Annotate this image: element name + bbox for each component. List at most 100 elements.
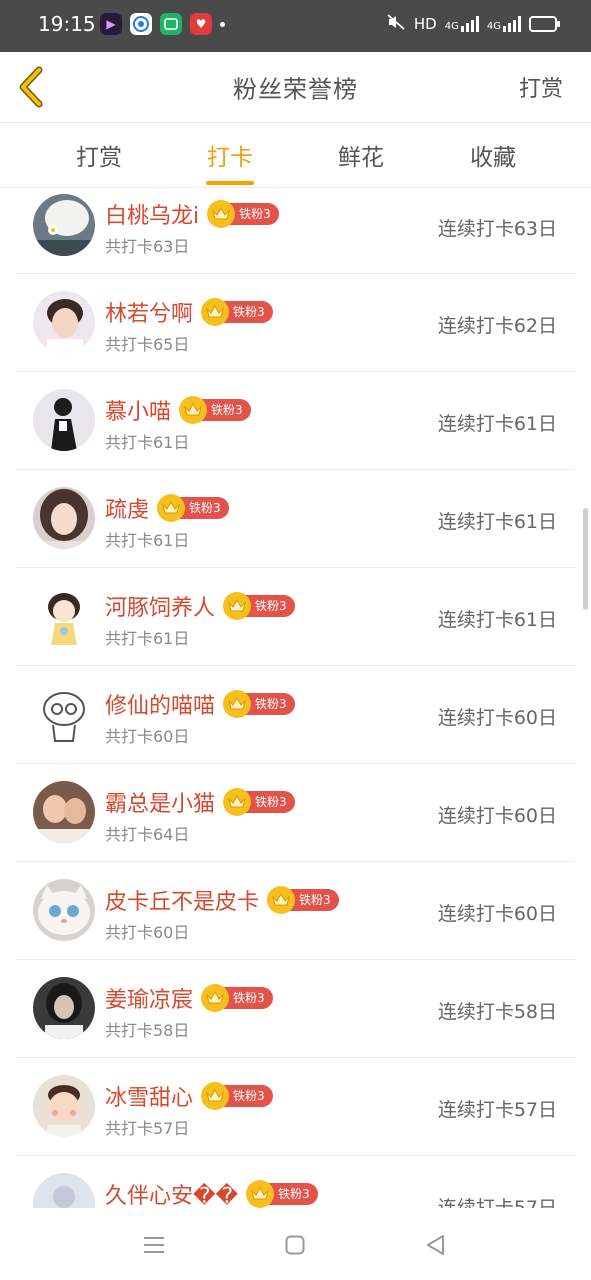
streak-checkins: 连续打卡61日 [437, 511, 557, 533]
browser-app-icon [130, 13, 152, 35]
avatar [33, 389, 95, 451]
video-app-icon: ▶ [100, 13, 122, 35]
fan-badge: 铁粉3 [223, 690, 295, 718]
avatar [33, 194, 95, 256]
avatar [33, 1075, 95, 1137]
tab-reward[interactable]: 打赏 [34, 123, 164, 187]
page-title: 粉丝荣誉榜 [233, 75, 358, 104]
name-line: 久伴心安�� 铁粉3 [105, 1179, 318, 1208]
fan-name: 冰雪甜心 [105, 1086, 194, 1111]
fan-name: 久伴心安�� [105, 1184, 239, 1208]
streak-checkins: 连续打卡60日 [437, 707, 557, 729]
list-item[interactable]: 久伴心安�� 铁粉3 连续打卡57日 [16, 1156, 575, 1208]
streak-checkins: 连续打卡58日 [437, 1001, 557, 1023]
avatar [33, 781, 95, 843]
fan-list[interactable]: 白桃乌龙i 铁粉3 共打卡63日 连续打卡63日 林若兮啊 铁粉3 共打卡65日… [16, 188, 575, 1208]
tab-label: 鲜花 [338, 145, 384, 171]
streak-checkins: 连续打卡57日 [437, 1099, 557, 1121]
system-nav-bar [0, 1208, 591, 1280]
avatar [33, 1173, 95, 1208]
signal-icon-2: 4G [487, 16, 521, 32]
crown-icon [223, 592, 252, 620]
crown-icon [201, 1082, 230, 1110]
back-triangle-icon [427, 1235, 444, 1255]
name-line: 白桃乌龙i 铁粉3 [105, 199, 279, 229]
notification-dot-icon [220, 21, 225, 27]
name-line: 修仙的喵喵 铁粉3 [105, 689, 295, 719]
list-item[interactable]: 冰雪甜心 铁粉3 共打卡57日 连续打卡57日 [16, 1058, 575, 1156]
list-item[interactable]: 白桃乌龙i 铁粉3 共打卡63日 连续打卡63日 [16, 188, 575, 274]
crown-icon [201, 298, 230, 326]
list-item[interactable]: 姜瑜凉宸 铁粉3 共打卡58日 连续打卡58日 [16, 960, 575, 1058]
name-line: 姜瑜凉宸 铁粉3 [105, 983, 273, 1013]
list-item[interactable]: 林若兮啊 铁粉3 共打卡65日 连续打卡62日 [16, 274, 575, 372]
home-icon [285, 1235, 305, 1255]
fan-name: 皮卡丘不是皮卡 [105, 890, 260, 915]
tab-checkin[interactable]: 打卡 [165, 123, 295, 187]
scrollbar[interactable] [583, 508, 588, 610]
fan-name: 修仙的喵喵 [105, 694, 216, 719]
name-line: 河豚饲养人 铁粉3 [105, 591, 295, 621]
fan-name: 姜瑜凉宸 [105, 988, 194, 1013]
tab-favorites[interactable]: 收藏 [428, 123, 558, 187]
header-bar: 粉丝荣誉榜 打赏 [0, 52, 591, 123]
name-line: 冰雪甜心 铁粉3 [105, 1081, 273, 1111]
status-bar: 19:15 ▶ ♥ HD 4G 4G [0, 0, 591, 52]
fan-badge: 铁粉3 [179, 396, 251, 424]
total-checkins: 共打卡61日 [105, 433, 190, 452]
list-item[interactable]: 慕小喵 铁粉3 共打卡61日 连续打卡61日 [16, 372, 575, 470]
fan-badge: 铁粉3 [207, 200, 279, 228]
fan-name: 疏虔 [105, 498, 150, 523]
fan-name: 林若兮啊 [105, 302, 194, 327]
list-item[interactable]: 霸总是小猫 铁粉3 共打卡64日 连续打卡60日 [16, 764, 575, 862]
fan-name: 慕小喵 [105, 400, 172, 425]
status-time: 19:15 [38, 12, 96, 36]
name-line: 霸总是小猫 铁粉3 [105, 787, 295, 817]
name-line: 皮卡丘不是皮卡 铁粉3 [105, 885, 339, 915]
fan-badge: 铁粉3 [246, 1180, 318, 1208]
total-checkins: 共打卡57日 [105, 1119, 190, 1138]
tab-flowers[interactable]: 鲜花 [296, 123, 426, 187]
crown-icon [267, 886, 296, 914]
menu-icon [144, 1237, 164, 1253]
total-checkins: 共打卡60日 [105, 923, 190, 942]
total-checkins: 共打卡61日 [105, 629, 190, 648]
total-checkins: 共打卡61日 [105, 531, 190, 550]
avatar [33, 977, 95, 1039]
streak-checkins: 连续打卡61日 [437, 609, 557, 631]
system-back-button[interactable] [420, 1230, 450, 1260]
fan-badge: 铁粉3 [201, 298, 273, 326]
signal-label: 4G [444, 21, 459, 32]
crown-icon [223, 788, 252, 816]
avatar [33, 879, 95, 941]
message-app-icon [160, 13, 182, 35]
menu-button[interactable] [139, 1230, 169, 1260]
list-item[interactable]: 修仙的喵喵 铁粉3 共打卡60日 连续打卡60日 [16, 666, 575, 764]
tab-bar: 打赏 打卡 鲜花 收藏 [0, 123, 591, 188]
signal-icon: 4G [445, 16, 479, 32]
crown-icon [246, 1180, 275, 1208]
avatar [33, 585, 95, 647]
total-checkins: 共打卡63日 [105, 237, 190, 256]
streak-checkins: 连续打卡60日 [437, 805, 557, 827]
total-checkins: 共打卡58日 [105, 1021, 190, 1040]
fan-badge: 铁粉3 [157, 494, 229, 522]
reward-button[interactable]: 打赏 [519, 71, 563, 103]
fan-badge: 铁粉3 [223, 592, 295, 620]
signal-label-2: 4G [486, 21, 501, 32]
fan-name: 霸总是小猫 [105, 792, 216, 817]
avatar [33, 291, 95, 353]
list-item[interactable]: 疏虔 铁粉3 共打卡61日 连续打卡61日 [16, 470, 575, 568]
list-item[interactable]: 河豚饲养人 铁粉3 共打卡61日 连续打卡61日 [16, 568, 575, 666]
home-button[interactable] [280, 1230, 310, 1260]
name-line: 疏虔 铁粉3 [105, 493, 229, 523]
fan-badge: 铁粉3 [201, 1082, 273, 1110]
crown-icon [207, 200, 236, 228]
crown-icon [223, 690, 252, 718]
fan-name: 河豚饲养人 [105, 596, 216, 621]
fan-name: 白桃乌龙i [105, 204, 200, 229]
list-item[interactable]: 皮卡丘不是皮卡 铁粉3 共打卡60日 连续打卡60日 [16, 862, 575, 960]
streak-checkins: 连续打卡57日 [437, 1197, 557, 1208]
name-line: 林若兮啊 铁粉3 [105, 297, 273, 327]
fan-badge: 铁粉3 [267, 886, 339, 914]
